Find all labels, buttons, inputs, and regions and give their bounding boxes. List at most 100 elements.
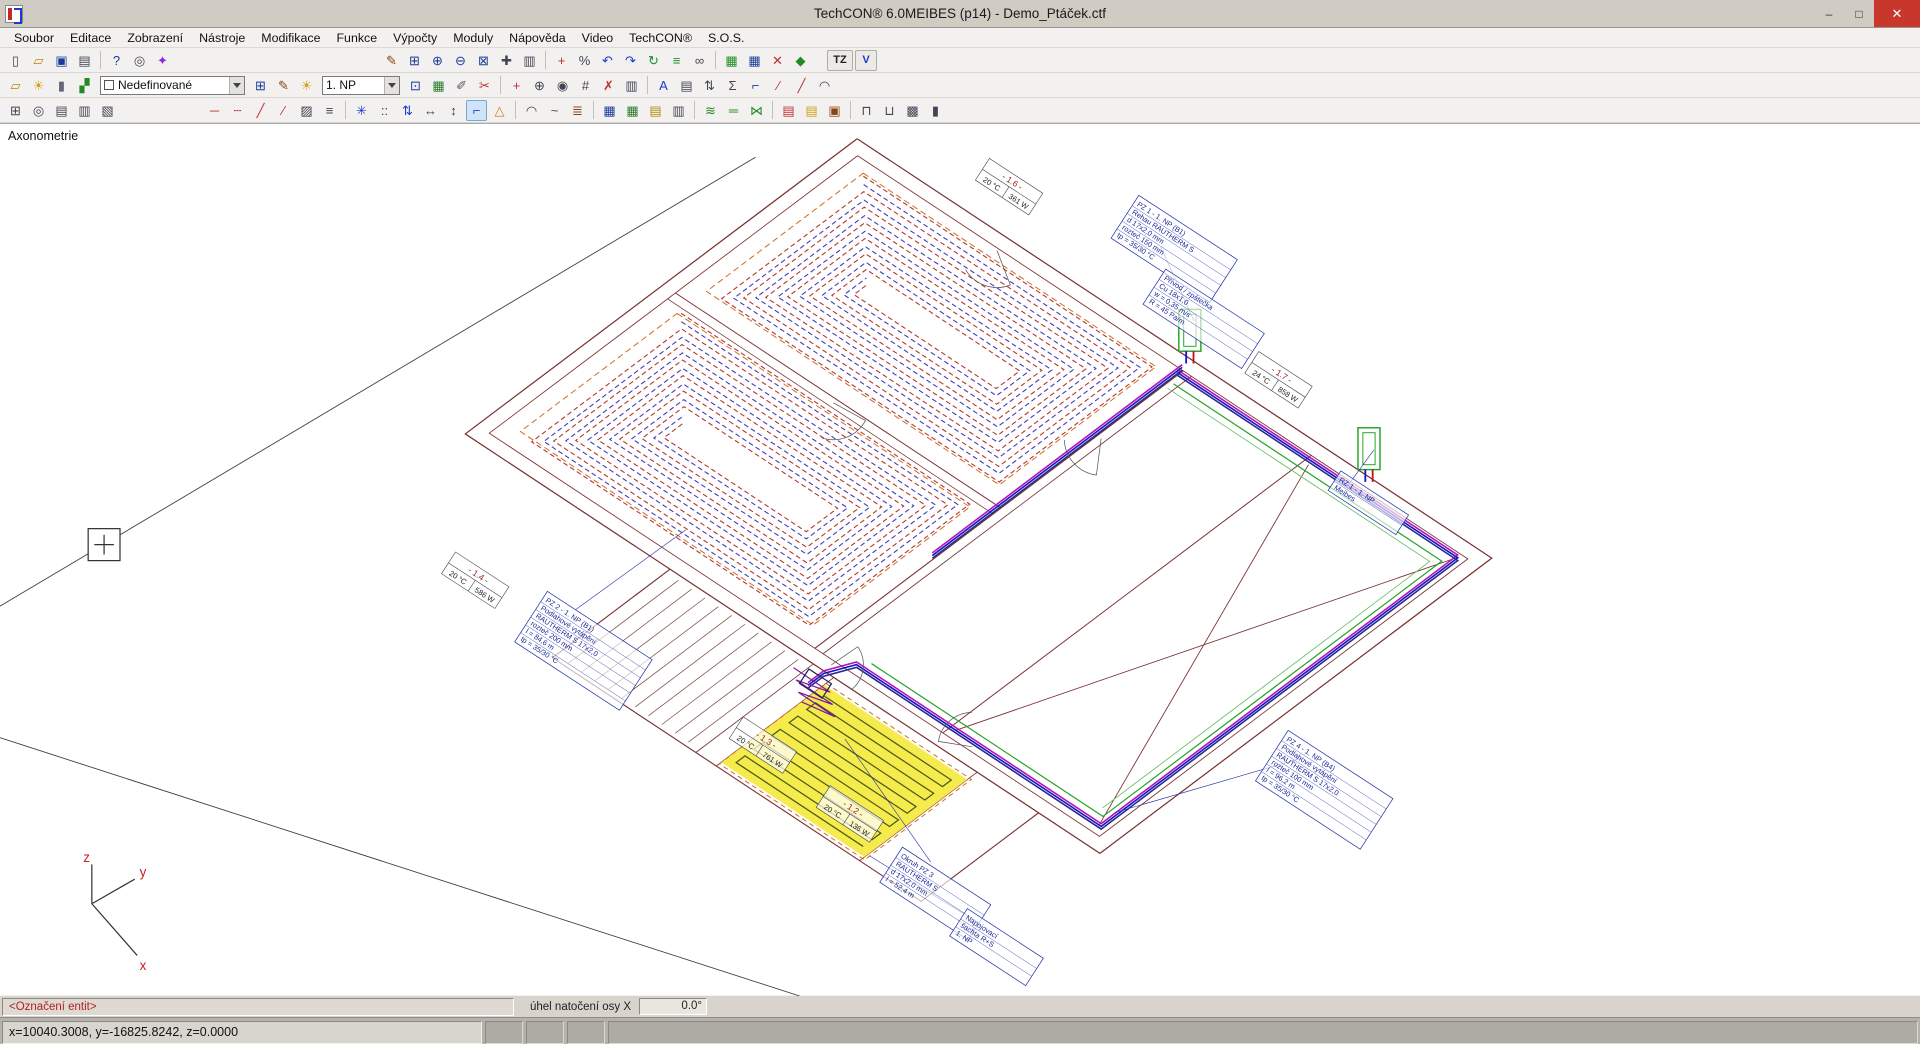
palette-icon[interactable]: ✦ xyxy=(152,50,173,71)
lock-icon[interactable]: ▮ xyxy=(51,75,72,96)
floor-bulb-icon[interactable]: ☀ xyxy=(296,75,317,96)
options-icon[interactable]: ▧ xyxy=(97,100,118,121)
angle-input[interactable]: 0.0° xyxy=(639,998,707,1015)
curve-icon[interactable]: ~ xyxy=(544,100,565,121)
drawing-canvas[interactable]: Axonometrie - 1.6 -20 °C361 W- 1.7 -24 °… xyxy=(0,123,1920,995)
snap-circle-icon[interactable]: ◉ xyxy=(552,75,573,96)
radiator-yellow-icon[interactable]: ▤ xyxy=(801,100,822,121)
door-arc-icon[interactable]: ◠ xyxy=(814,75,835,96)
chevron-down-icon[interactable] xyxy=(384,77,399,94)
undo-icon[interactable]: ↶ xyxy=(597,50,618,71)
boiler-icon[interactable]: ▣ xyxy=(824,100,845,121)
snap-grid-icon[interactable]: # xyxy=(575,75,596,96)
door-icon[interactable]: ⊓ xyxy=(856,100,877,121)
slash-icon[interactable]: ∕ xyxy=(768,75,789,96)
menu-funkce[interactable]: Funkce xyxy=(328,30,385,46)
pin-window-icon[interactable]: ⊞ xyxy=(5,100,26,121)
floor-grid-icon[interactable]: ⊡ xyxy=(405,75,426,96)
menu-zobrazen-[interactable]: Zobrazení xyxy=(119,30,191,46)
scale-percent-icon[interactable]: % xyxy=(574,50,595,71)
sum-icon[interactable]: Σ xyxy=(722,75,743,96)
project-folder-icon[interactable]: ▱ xyxy=(5,75,26,96)
layer-select[interactable]: Nedefinované xyxy=(100,76,245,95)
pipe-double-icon[interactable]: ═ xyxy=(723,100,744,121)
snap-point-icon[interactable]: + xyxy=(551,50,572,71)
link-icon[interactable]: ∞ xyxy=(689,50,710,71)
pan-icon[interactable]: ✚ xyxy=(496,50,517,71)
print-icon[interactable]: ▤ xyxy=(74,50,95,71)
menu-v-po-ty[interactable]: Výpočty xyxy=(385,30,445,46)
dim-height-icon[interactable]: ↕ xyxy=(443,100,464,121)
cut-icon[interactable]: ✂ xyxy=(474,75,495,96)
table-blue-icon[interactable]: ▦ xyxy=(744,50,765,71)
new-file-icon[interactable]: ▯ xyxy=(5,50,26,71)
page-icon[interactable]: ▥ xyxy=(74,100,95,121)
zoom-in-icon[interactable]: ⊕ xyxy=(427,50,448,71)
pencil-icon[interactable]: ✎ xyxy=(273,75,294,96)
measure-icon[interactable]: ⌐ xyxy=(745,75,766,96)
tz-toggle-button[interactable]: TZ xyxy=(827,50,853,71)
redraw-icon[interactable]: ✎ xyxy=(381,50,402,71)
node-star-icon[interactable]: ✳ xyxy=(351,100,372,121)
table-green-icon[interactable]: ▦ xyxy=(721,50,742,71)
menu-s-o-s-[interactable]: S.O.S. xyxy=(700,30,753,46)
grid-edit-icon[interactable]: ⊞ xyxy=(250,75,271,96)
zoom-out-icon[interactable]: ⊖ xyxy=(450,50,471,71)
open-folder-icon[interactable]: ▱ xyxy=(28,50,49,71)
columns-icon[interactable]: ▥ xyxy=(621,75,642,96)
layers-icon[interactable]: ≡ xyxy=(666,50,687,71)
chevron-down-icon[interactable] xyxy=(229,77,244,94)
layer-checkbox-icon[interactable] xyxy=(104,80,114,90)
floor-select[interactable]: 1. NP xyxy=(322,76,400,95)
radiator-red-icon[interactable]: ▤ xyxy=(778,100,799,121)
pipe-icon[interactable]: ≋ xyxy=(700,100,721,121)
refresh-icon[interactable]: ↻ xyxy=(643,50,664,71)
menu-moduly[interactable]: Moduly xyxy=(445,30,501,46)
dim-width-icon[interactable]: ↔ xyxy=(420,100,441,121)
stairs-icon[interactable]: ≣ xyxy=(567,100,588,121)
window-icon[interactable]: ⊔ xyxy=(879,100,900,121)
line-slope-icon[interactable]: ╱ xyxy=(250,100,271,121)
slash-dim-icon[interactable]: ╱ xyxy=(791,75,812,96)
visibility-bulb-icon[interactable]: ☀ xyxy=(28,75,49,96)
zoom-window-icon[interactable]: ⊞ xyxy=(404,50,425,71)
line-dashed-icon[interactable]: ┄ xyxy=(227,100,248,121)
nodes-icon[interactable]: :: xyxy=(374,100,395,121)
menu-n-stroje[interactable]: Nástroje xyxy=(191,30,253,46)
valve-icon[interactable]: ⋈ xyxy=(746,100,767,121)
table-legend-icon[interactable]: ▤ xyxy=(645,100,666,121)
hatch-icon[interactable]: ▨ xyxy=(296,100,317,121)
redo-icon[interactable]: ↷ xyxy=(620,50,641,71)
line-solid-icon[interactable]: ─ xyxy=(204,100,225,121)
table-zones-icon[interactable]: ▦ xyxy=(622,100,643,121)
schema-icon[interactable]: ▤ xyxy=(676,75,697,96)
save-icon[interactable]: ▣ xyxy=(51,50,72,71)
wall-hatch-icon[interactable]: ▩ xyxy=(902,100,923,121)
menu-video[interactable]: Video xyxy=(574,30,621,46)
line-dashdot-icon[interactable]: ∕ xyxy=(273,100,294,121)
snap-cross-icon[interactable]: + xyxy=(506,75,527,96)
text-icon[interactable]: A xyxy=(653,75,674,96)
align-icon[interactable]: ≡ xyxy=(319,100,340,121)
legend-icon[interactable]: ▥ xyxy=(668,100,689,121)
corner-icon[interactable]: ⌐ xyxy=(466,100,487,121)
diamond-green-icon[interactable]: ◆ xyxy=(790,50,811,71)
machine-icon[interactable]: ▞ xyxy=(74,75,95,96)
named-view-icon[interactable]: ▥ xyxy=(519,50,540,71)
menu-modifikace[interactable]: Modifikace xyxy=(253,30,328,46)
preview-icon[interactable]: ▤ xyxy=(51,100,72,121)
erase-icon[interactable]: ✗ xyxy=(598,75,619,96)
menu-editace[interactable]: Editace xyxy=(62,30,119,46)
column-icon[interactable]: ▮ xyxy=(925,100,946,121)
results-table-icon[interactable]: ▦ xyxy=(428,75,449,96)
snap-center-icon[interactable]: ⊕ xyxy=(529,75,550,96)
menu-techcon-[interactable]: TechCON® xyxy=(621,30,700,46)
v-toggle-button[interactable]: V xyxy=(855,50,877,71)
delete-red-icon[interactable]: ✕ xyxy=(767,50,788,71)
wrench-icon[interactable]: ✐ xyxy=(451,75,472,96)
search-icon[interactable]: ◎ xyxy=(28,100,49,121)
menu-n-pov-da[interactable]: Nápověda xyxy=(501,30,574,46)
menu-soubor[interactable]: Soubor xyxy=(6,30,62,46)
sort-icon[interactable]: ⇅ xyxy=(699,75,720,96)
arc-icon[interactable]: ◠ xyxy=(521,100,542,121)
